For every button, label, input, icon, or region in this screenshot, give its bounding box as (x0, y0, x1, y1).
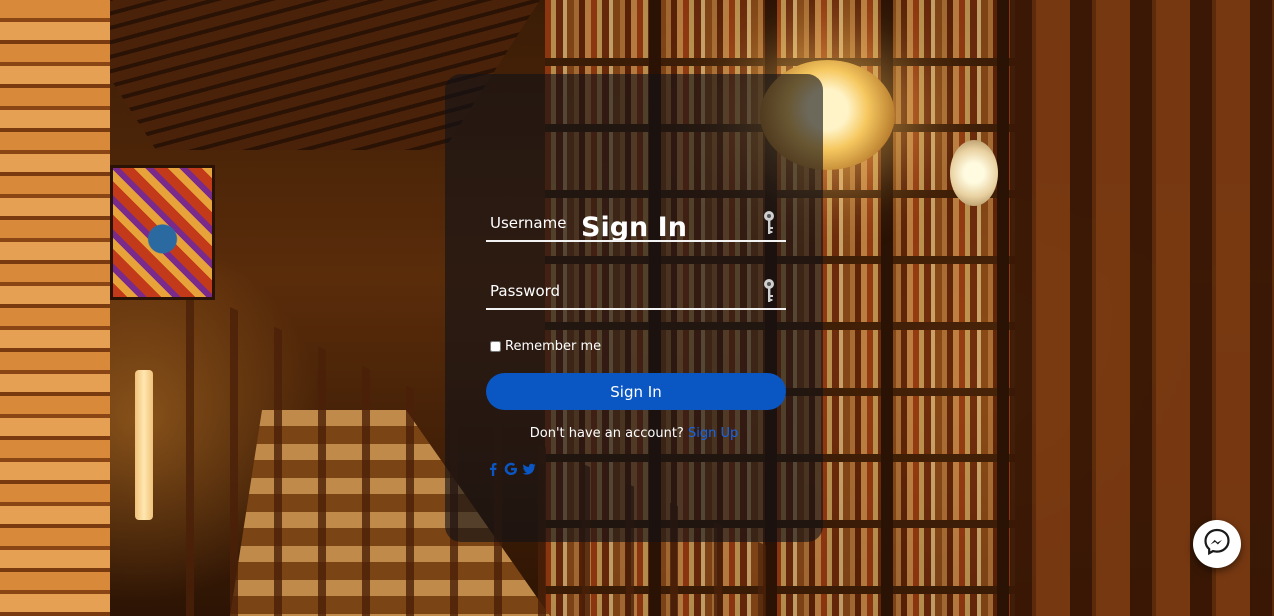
stone-wall (0, 0, 110, 616)
remember-me[interactable]: Remember me (490, 339, 601, 354)
lamp-post (135, 370, 153, 520)
facebook-icon[interactable] (486, 461, 500, 476)
stained-glass-window (110, 165, 215, 300)
messenger-icon (1203, 528, 1231, 560)
password-input[interactable] (486, 274, 786, 308)
key-icon (762, 278, 776, 304)
signup-prompt: Don't have an account? Sign Up (445, 426, 823, 441)
twitter-icon[interactable] (522, 461, 536, 475)
password-field (486, 274, 786, 310)
username-field (486, 206, 786, 242)
signin-button[interactable]: Sign In (486, 373, 786, 410)
messenger-chat-button[interactable] (1193, 520, 1241, 568)
key-icon (762, 210, 776, 236)
remember-checkbox[interactable] (490, 341, 501, 352)
signup-link[interactable]: Sign Up (688, 426, 738, 441)
remember-label: Remember me (505, 339, 602, 354)
google-icon[interactable] (504, 461, 518, 475)
username-input[interactable] (486, 206, 786, 240)
signup-text: Don't have an account? (529, 426, 684, 441)
social-links (486, 461, 536, 476)
small-lamp (950, 140, 998, 206)
carved-wood-wall (1010, 0, 1274, 616)
